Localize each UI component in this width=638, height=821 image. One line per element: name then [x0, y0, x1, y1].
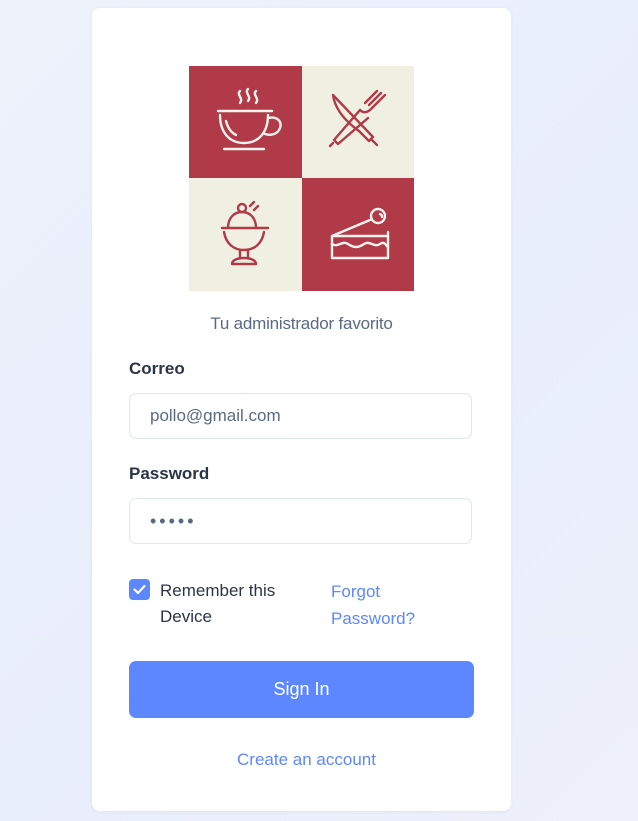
cake-slice-icon: [330, 207, 390, 259]
email-label: Correo: [129, 359, 185, 378]
forgot-password-link[interactable]: Forgot Password?: [331, 578, 451, 632]
logo-tile-cutlery: [302, 66, 414, 178]
sign-in-button[interactable]: Sign In: [129, 661, 474, 718]
logo-tile-cake: [302, 178, 414, 291]
logo-tile-icecream: [189, 178, 302, 291]
check-icon: [133, 584, 146, 595]
password-label: Password: [129, 464, 210, 483]
ice-cream-cup-icon: [220, 200, 269, 265]
password-field[interactable]: [129, 498, 472, 544]
remember-device-label[interactable]: Remember this Device: [160, 578, 310, 630]
brand-logo: [189, 66, 414, 291]
logo-tile-coffee: [189, 66, 302, 178]
fork-knife-icon: [328, 89, 387, 148]
remember-checkbox[interactable]: [129, 579, 150, 600]
tagline: Tu administrador favorito: [210, 314, 393, 333]
email-field[interactable]: [129, 393, 472, 439]
login-card: Tu administrador favorito Correo Passwor…: [92, 8, 511, 811]
coffee-cup-icon: [216, 87, 282, 151]
create-account-link[interactable]: Create an account: [92, 750, 521, 770]
